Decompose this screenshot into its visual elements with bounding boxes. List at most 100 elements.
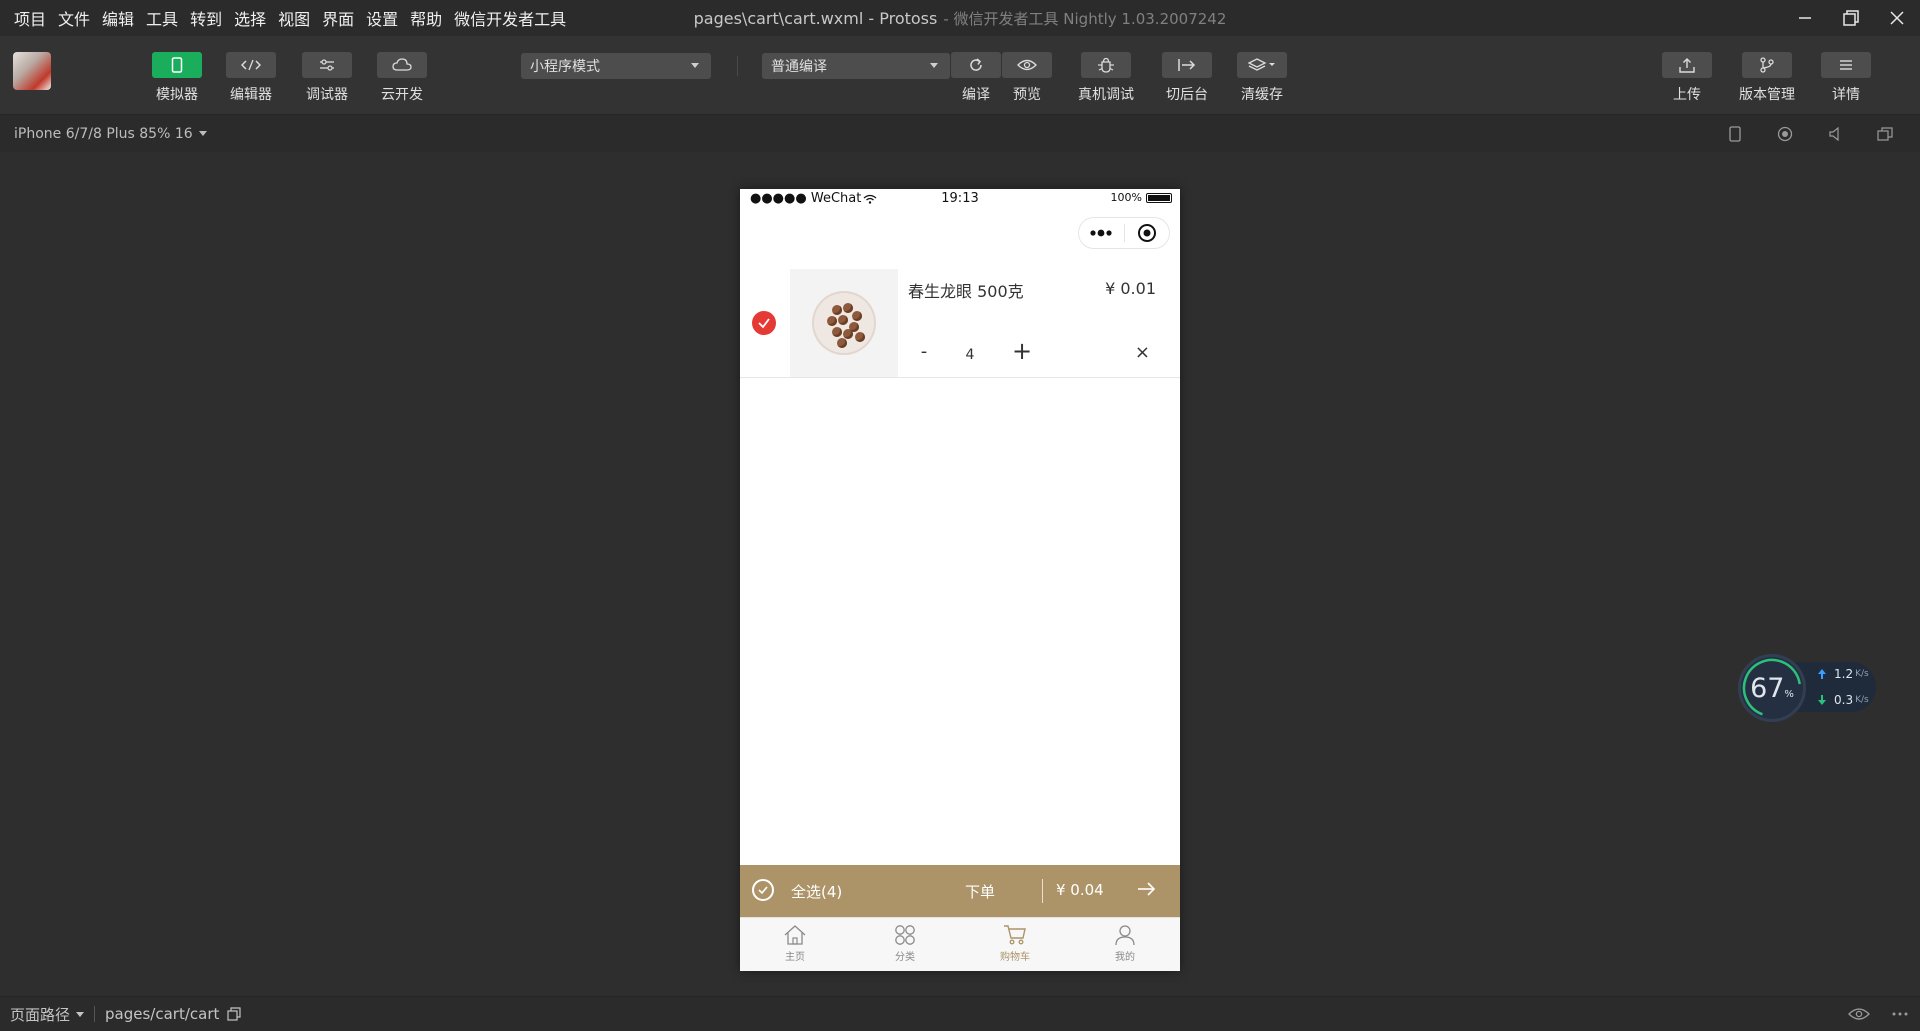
tab-cart[interactable]: 购物车 — [960, 918, 1070, 971]
place-order-button[interactable]: 下单 — [965, 881, 995, 902]
background-toggle[interactable] — [1162, 52, 1212, 78]
menu-item-goto[interactable]: 转到 — [190, 6, 222, 30]
exit-miniprogram-button[interactable] — [1125, 223, 1170, 243]
delete-item-button[interactable]: × — [1135, 342, 1150, 363]
mode-select[interactable]: 小程序模式 — [521, 53, 711, 79]
rotate-device-button[interactable] — [1710, 125, 1760, 142]
more-icon[interactable] — [1892, 1012, 1908, 1016]
remote-debug-button[interactable]: 真机调试 — [1076, 52, 1136, 104]
restore-button[interactable] — [1828, 0, 1874, 36]
details-toggle[interactable] — [1821, 52, 1871, 78]
volume-button[interactable] — [1810, 126, 1860, 141]
menu-item-project[interactable]: 项目 — [14, 6, 46, 30]
minimize-button[interactable] — [1782, 0, 1828, 36]
more-dots-icon — [1090, 229, 1112, 237]
bottom-status-bar: 页面路径 pages/cart/cart — [0, 996, 1920, 1031]
preview-button[interactable]: 预览 — [997, 52, 1057, 104]
close-button[interactable] — [1874, 0, 1920, 36]
download-speed-unit: K/s — [1855, 695, 1869, 705]
total-price: ¥ 0.04 — [1056, 881, 1104, 899]
menu-item-interface[interactable]: 界面 — [322, 6, 354, 30]
upload-icon — [1679, 58, 1695, 73]
simulator-toggle[interactable] — [152, 52, 202, 78]
simulator-label: 模拟器 — [156, 87, 198, 103]
tab-home-label: 主页 — [785, 952, 805, 963]
arrow-right-icon — [1138, 882, 1156, 896]
menu-item-select[interactable]: 选择 — [234, 6, 266, 30]
tab-bar: 主页 分类 购物车 我的 — [740, 917, 1180, 971]
menu-item-edit[interactable]: 编辑 — [102, 6, 134, 30]
compile-select[interactable]: 普通编译 — [762, 53, 950, 79]
cpu-gauge: 67% — [1738, 654, 1806, 722]
detach-window-button[interactable] — [1860, 126, 1910, 141]
cloud-button[interactable]: 云开发 — [372, 52, 432, 104]
check-icon — [758, 886, 768, 895]
menu-item-help[interactable]: 帮助 — [410, 6, 442, 30]
page-path-area: 页面路径 pages/cart/cart — [10, 997, 241, 1031]
battery-text: 100% — [1110, 191, 1142, 204]
chevron-down-icon — [198, 131, 207, 136]
record-button[interactable] — [1760, 126, 1810, 142]
copy-icon[interactable] — [227, 1007, 241, 1021]
restore-icon — [1843, 10, 1859, 26]
device-controls — [1710, 115, 1910, 152]
eye-icon[interactable] — [1848, 1007, 1870, 1021]
version-button[interactable]: 版本管理 — [1737, 52, 1797, 104]
menu-bar: 项目 文件 编辑 工具 转到 选择 视图 界面 设置 帮助 微信开发者工具 pa… — [0, 0, 1920, 36]
preview-label: 预览 — [1013, 87, 1041, 103]
cloud-icon — [392, 58, 412, 71]
debugger-button[interactable]: 调试器 — [297, 52, 357, 104]
menu-item-file[interactable]: 文件 — [58, 6, 90, 30]
editor-label: 编辑器 — [230, 87, 272, 103]
editor-toggle[interactable] — [226, 52, 276, 78]
battery-icon — [1146, 192, 1172, 203]
item-checkbox[interactable] — [752, 311, 776, 335]
checkout-arrow-button[interactable] — [1136, 879, 1156, 903]
device-select[interactable]: iPhone 6/7/8 Plus 85% 16 — [14, 115, 207, 152]
version-toggle[interactable] — [1742, 52, 1792, 78]
clear-cache-toggle[interactable] — [1237, 52, 1287, 78]
menu-item-wechat-devtools[interactable]: 微信开发者工具 — [454, 6, 566, 30]
product-name[interactable]: 春生龙眼 500克 — [908, 278, 1024, 302]
minimize-icon — [1799, 17, 1811, 19]
menu-item-settings[interactable]: 设置 — [366, 6, 398, 30]
menu-item-view[interactable]: 视图 — [278, 6, 310, 30]
tab-category[interactable]: 分类 — [850, 918, 960, 971]
preview-toggle[interactable] — [1002, 52, 1052, 78]
phone-outline-icon — [1729, 125, 1741, 142]
select-all-label[interactable]: 全选(4) — [791, 881, 842, 902]
upload-toggle[interactable] — [1662, 52, 1712, 78]
refresh-icon — [970, 58, 982, 71]
window-controls — [1782, 0, 1920, 36]
more-button[interactable] — [1079, 228, 1124, 238]
editor-button[interactable]: 编辑器 — [221, 52, 281, 104]
decrease-quantity-button[interactable]: - — [914, 341, 934, 362]
upload-button[interactable]: 上传 — [1657, 52, 1717, 104]
clear-cache-button[interactable]: 清缓存 — [1232, 52, 1292, 104]
debugger-toggle[interactable] — [302, 52, 352, 78]
product-image[interactable] — [790, 269, 898, 377]
upload-label: 上传 — [1673, 87, 1701, 103]
simulator-button[interactable]: 模拟器 — [147, 52, 207, 104]
profile-icon — [1115, 925, 1135, 946]
background-button[interactable]: 切后台 — [1157, 52, 1217, 104]
tab-profile-label: 我的 — [1115, 952, 1135, 963]
tab-profile[interactable]: 我的 — [1070, 918, 1180, 971]
page-path-dropdown[interactable]: 页面路径 — [10, 1004, 70, 1025]
increase-quantity-button[interactable]: + — [1010, 337, 1034, 365]
status-battery: 100% — [1111, 191, 1172, 204]
details-button[interactable]: 详情 — [1816, 52, 1876, 104]
cloud-toggle[interactable] — [377, 52, 427, 78]
gauge-ring-icon — [1742, 658, 1802, 718]
remote-debug-toggle[interactable] — [1081, 52, 1131, 78]
user-avatar[interactable] — [13, 52, 51, 90]
upload-speed-unit: K/s — [1855, 669, 1869, 679]
tab-home[interactable]: 主页 — [740, 918, 850, 971]
select-all-checkbox[interactable] — [752, 879, 774, 901]
eye-icon — [1017, 59, 1037, 71]
page-path-value: pages/cart/cart — [105, 1005, 220, 1023]
quantity-value: 4 — [965, 347, 975, 363]
menu-item-tools[interactable]: 工具 — [146, 6, 178, 30]
product-price: ¥ 0.01 — [1105, 279, 1156, 298]
compile-toggle[interactable] — [951, 52, 1001, 78]
